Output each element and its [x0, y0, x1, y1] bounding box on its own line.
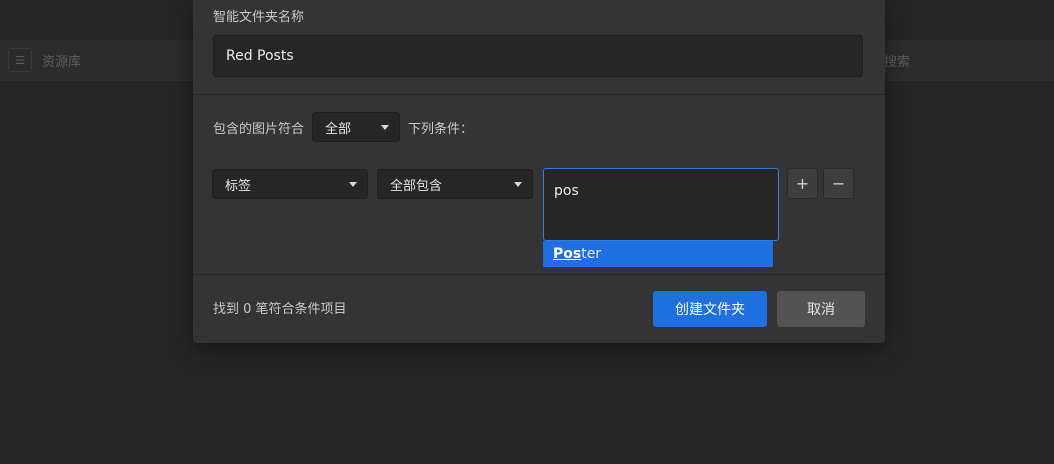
rule-suffix-label: 下列条件： — [408, 121, 474, 137]
suggestion-match-text: Pos — [553, 246, 582, 262]
match-mode-select[interactable]: 全部 — [312, 112, 401, 142]
add-condition-button[interactable]: + — [787, 168, 818, 199]
plus-icon: + — [795, 174, 810, 193]
chevron-down-icon — [381, 124, 390, 130]
result-count-text: 找到 0 笔符合条件项目 — [213, 302, 347, 317]
condition-operator-value: 全部包含 — [390, 178, 443, 194]
condition-field-select[interactable]: 标签 — [212, 169, 368, 199]
divider-bottom — [193, 274, 885, 275]
folder-name-label: 智能文件夹名称 — [213, 10, 305, 25]
background-search: 搜索 — [884, 40, 910, 80]
smart-folder-dialog: 智能文件夹名称 Red Posts 包含的图片符合 全部 下列条件： 标签 全部… — [193, 0, 885, 343]
cancel-button[interactable]: 取消 — [777, 291, 865, 327]
background-library-label: 资源库 — [42, 54, 82, 70]
background-search-label: 搜索 — [884, 54, 911, 70]
rule-prefix-label: 包含的图片符合 — [213, 121, 305, 137]
rule-match-line: 包含的图片符合 全部 下列条件： — [213, 112, 473, 142]
condition-operator-select[interactable]: 全部包含 — [377, 169, 533, 199]
create-folder-button[interactable]: 创建文件夹 — [653, 291, 767, 327]
condition-value-input[interactable]: pos — [543, 168, 779, 241]
suggestion-rest-text: ter — [581, 246, 602, 262]
condition-field-value: 标签 — [225, 178, 252, 194]
remove-condition-button[interactable]: − — [823, 168, 854, 199]
match-mode-value: 全部 — [325, 121, 352, 137]
background-library-tab: ☰ 资源库 — [0, 40, 81, 80]
chevron-down-icon — [349, 181, 357, 187]
folder-name-input[interactable]: Red Posts — [213, 35, 863, 77]
autocomplete-suggestion[interactable]: Pos ter — [543, 241, 773, 267]
chevron-down-icon — [514, 181, 522, 187]
divider-top — [193, 94, 885, 95]
minus-icon: − — [831, 174, 846, 193]
library-icon: ☰ — [8, 48, 32, 72]
